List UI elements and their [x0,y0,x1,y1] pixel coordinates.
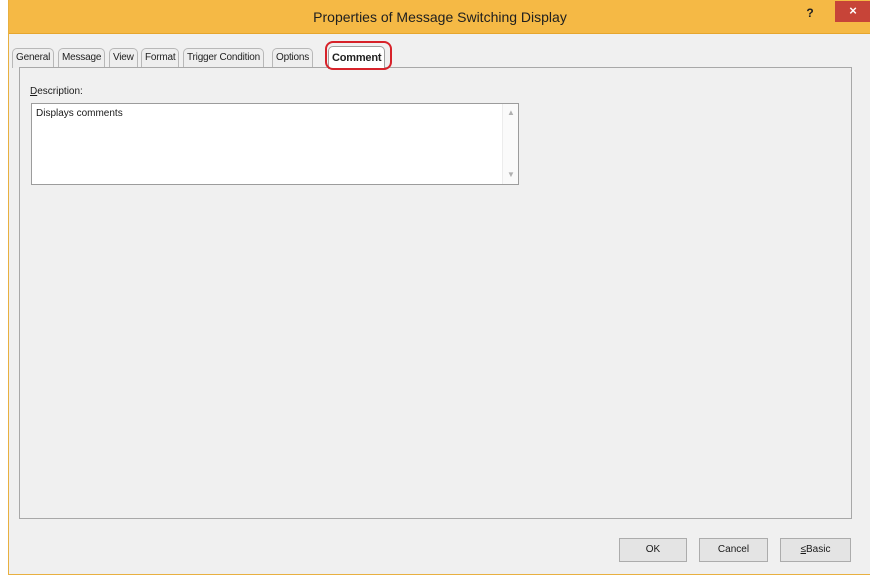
chevron-up-icon[interactable]: ▲ [503,106,519,120]
tab-strip: General Message View Format Trigger Cond… [12,41,852,70]
description-scrollbar[interactable]: ▲ ▼ [502,104,518,184]
description-label: Description: [30,86,83,97]
tab-message[interactable]: Message [58,48,106,68]
help-button[interactable]: ? [797,4,823,24]
tab-view[interactable]: View [109,48,138,68]
basic-button[interactable]: ≤Basic [780,538,851,562]
close-button[interactable]: × [835,1,870,22]
dialog-title: Properties of Message Switching Display [313,9,567,25]
tab-trigger-condition[interactable]: Trigger Condition [183,48,264,68]
basic-button-label: Basic [806,544,831,555]
chevron-down-icon[interactable]: ▼ [503,168,519,182]
ok-button[interactable]: OK [619,538,687,562]
tab-format[interactable]: Format [141,48,180,68]
description-value: Displays comments [36,108,123,119]
tab-general[interactable]: General [12,48,55,68]
tab-comment[interactable]: Comment [328,46,386,69]
cancel-button[interactable]: Cancel [699,538,768,562]
title-bar[interactable]: Properties of Message Switching Display … [9,0,870,34]
description-textarea[interactable]: Displays comments ▲ ▼ [31,103,519,185]
description-label-text: escription: [37,86,83,97]
tab-options[interactable]: Options [272,48,314,68]
